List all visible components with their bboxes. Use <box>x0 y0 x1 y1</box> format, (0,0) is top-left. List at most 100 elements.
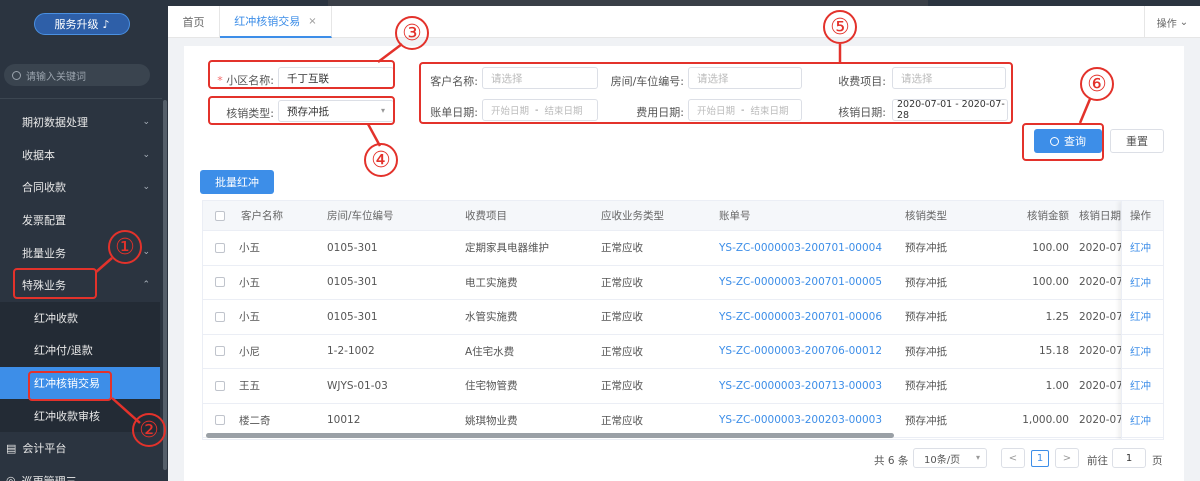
cell-receivable-type: 正常应收 <box>601 414 643 427</box>
cell-room: WJYS-01-03 <box>327 379 388 392</box>
operation-column: 操作 红冲 红冲 红冲 红冲 红冲 红冲 <box>1121 201 1163 439</box>
cell-receivable-type: 正常应收 <box>601 380 643 393</box>
close-icon[interactable]: × <box>308 16 316 27</box>
page-suffix: 页 <box>1152 455 1163 467</box>
sidebar-item-red-payment-refund[interactable]: 红冲付/退款 <box>0 334 160 367</box>
annotation-box-writeoff-type <box>208 96 395 125</box>
chevron-down-icon: ⌄ <box>142 117 150 127</box>
bill-link[interactable]: YS-ZC-0000003-200701-00004 <box>719 231 899 265</box>
table-row: 小尼 1-2-1002 A住宅水费 正常应收 YS-ZC-0000003-200… <box>203 334 1163 369</box>
cell-customer: 楼二奇 <box>239 414 271 427</box>
table-row: 小五 0105-301 定期家具电器维护 正常应收 YS-ZC-0000003-… <box>203 231 1163 266</box>
sidebar-item-contract-collection[interactable]: 合同收款 ⌄ <box>0 171 160 204</box>
sidebar-item-opening-data[interactable]: 期初数据处理 ⌄ <box>0 106 160 139</box>
cell-amount: 15.18 <box>1038 345 1069 358</box>
row-checkbox[interactable] <box>215 311 225 322</box>
column-bill-no: 账单号 <box>719 210 751 222</box>
column-receivable-type: 应收业务类型 <box>601 210 664 222</box>
row-checkbox[interactable] <box>215 415 225 426</box>
operations-menu[interactable]: 操作 ⌄ <box>1144 6 1200 38</box>
sidebar-item-invoice-config[interactable]: 发票配置 <box>0 204 160 237</box>
cell-charge-item: A住宅水费 <box>465 345 515 358</box>
cell-amount: 1.00 <box>1045 379 1069 392</box>
next-page-button[interactable]: > <box>1055 448 1079 468</box>
accounting-icon: ▤ <box>6 441 17 455</box>
prev-page-button[interactable]: < <box>1001 448 1025 468</box>
column-customer: 客户名称 <box>241 210 283 222</box>
annotation-number-4: ④ <box>364 143 398 177</box>
bill-link[interactable]: YS-ZC-0000003-200713-00003 <box>719 369 899 403</box>
batch-red-button[interactable]: 批量红冲 <box>200 170 274 194</box>
cell-room: 10012 <box>327 414 361 427</box>
column-amount: 核销金额 <box>1027 210 1069 222</box>
red-reverse-link[interactable]: 红冲 <box>1122 404 1163 438</box>
cell-room: 0105-301 <box>327 310 378 323</box>
bill-link[interactable]: YS-ZC-0000003-200203-00003 <box>719 404 899 438</box>
annotation-number-3: ③ <box>395 16 429 50</box>
goto-label: 前往 <box>1087 455 1108 467</box>
red-reverse-link[interactable]: 红冲 <box>1122 266 1163 300</box>
pagination-total: 共 6 条 <box>874 455 909 467</box>
tab-bar: 首页 红冲核销交易 × 操作 ⌄ <box>168 6 1200 38</box>
tab-red-writeoff[interactable]: 红冲核销交易 × <box>220 6 332 38</box>
cell-date: 2020-07 <box>1079 345 1121 358</box>
column-room: 房间/车位编号 <box>327 210 394 222</box>
cell-charge-item: 电工实施费 <box>465 276 518 289</box>
annotation-box-menu-red-writeoff <box>28 371 112 401</box>
page-size-select[interactable]: 10条/页 ▾ <box>913 448 987 468</box>
cell-receivable-type: 正常应收 <box>601 345 643 358</box>
upgrade-button[interactable]: 服务升级 ♪ <box>34 13 130 35</box>
cell-writeoff-type: 预存冲抵 <box>905 311 947 324</box>
sidebar-item-red-collection[interactable]: 红冲收款 <box>0 301 160 335</box>
red-reverse-link[interactable]: 红冲 <box>1122 369 1163 404</box>
sidebar-item-patrol[interactable]: ◎巡更管理三 <box>0 465 160 481</box>
upgrade-label: 服务升级 <box>54 18 99 31</box>
sidebar: 服务升级 ♪ 请输入关键词 期初数据处理 ⌄ 收据本 ⌄ 合同收款 ⌄ 发票配置 批量… <box>0 0 168 481</box>
reset-button[interactable]: 重置 <box>1110 129 1164 153</box>
chevron-down-icon: ⌄ <box>142 149 150 160</box>
sidebar-item-receipt-book[interactable]: 收据本 ⌄ <box>0 139 160 172</box>
cell-customer: 小五 <box>239 311 260 324</box>
cell-charge-item: 住宅物管费 <box>465 380 518 393</box>
table-header: 客户名称 房间/车位编号 收费项目 应收业务类型 账单号 核销类型 核销金额 核… <box>203 201 1163 231</box>
cell-receivable-type: 正常应收 <box>601 276 643 289</box>
sidebar-search-input[interactable]: 请输入关键词 <box>4 64 150 86</box>
cell-amount: 100.00 <box>1032 241 1069 254</box>
cell-date: 2020-07 <box>1079 414 1121 427</box>
bill-link[interactable]: YS-ZC-0000003-200706-00012 <box>719 335 899 369</box>
search-icon <box>12 70 21 80</box>
bill-link[interactable]: YS-ZC-0000003-200701-00005 <box>719 266 899 300</box>
cell-writeoff-type: 预存冲抵 <box>905 276 947 289</box>
sidebar-scrollbar[interactable] <box>163 100 167 470</box>
row-checkbox[interactable] <box>215 277 225 288</box>
column-charge-item: 收费项目 <box>465 210 507 222</box>
goto-page-input[interactable]: 1 <box>1112 448 1146 468</box>
tab-home[interactable]: 首页 <box>168 6 220 38</box>
cell-date: 2020-07 <box>1079 310 1121 323</box>
page-number-current[interactable]: 1 <box>1031 450 1049 467</box>
select-all-checkbox[interactable] <box>215 210 225 221</box>
table-horizontal-scrollbar[interactable] <box>206 433 894 438</box>
cell-writeoff-type: 预存冲抵 <box>905 345 947 358</box>
cell-writeoff-type: 预存冲抵 <box>905 242 947 255</box>
cell-customer: 小五 <box>239 276 260 289</box>
annotation-box-special-business <box>13 268 97 299</box>
row-checkbox[interactable] <box>215 242 225 253</box>
red-reverse-link[interactable]: 红冲 <box>1122 231 1163 266</box>
cell-receivable-type: 正常应收 <box>601 311 643 324</box>
sidebar-search-placeholder: 请输入关键词 <box>26 71 86 83</box>
cell-amount: 100.00 <box>1032 276 1069 289</box>
table-row: 王五 WJYS-01-03 住宅物管费 正常应收 YS-ZC-0000003-2… <box>203 369 1163 404</box>
row-checkbox[interactable] <box>215 346 225 357</box>
cell-customer: 小五 <box>239 242 260 255</box>
red-reverse-link[interactable]: 红冲 <box>1122 300 1163 335</box>
chevron-down-icon: ⌄ <box>142 247 150 258</box>
bill-link[interactable]: YS-ZC-0000003-200701-00006 <box>719 300 899 334</box>
cell-date: 2020-07 <box>1079 241 1121 254</box>
row-checkbox[interactable] <box>215 380 225 391</box>
patrol-icon: ◎ <box>6 474 16 481</box>
table-row: 小五 0105-301 电工实施费 正常应收 YS-ZC-0000003-200… <box>203 265 1163 300</box>
cell-receivable-type: 正常应收 <box>601 242 643 255</box>
red-reverse-link[interactable]: 红冲 <box>1122 335 1163 369</box>
annotation-number-6: ⑥ <box>1080 67 1114 101</box>
